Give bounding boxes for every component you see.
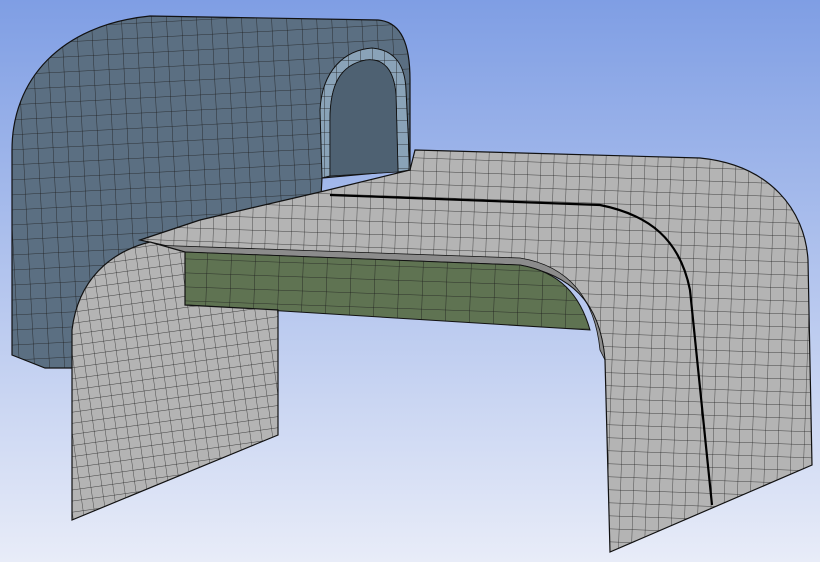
back-body-arch-cavity [329,59,399,177]
mesh-viewport[interactable] [0,0,820,562]
